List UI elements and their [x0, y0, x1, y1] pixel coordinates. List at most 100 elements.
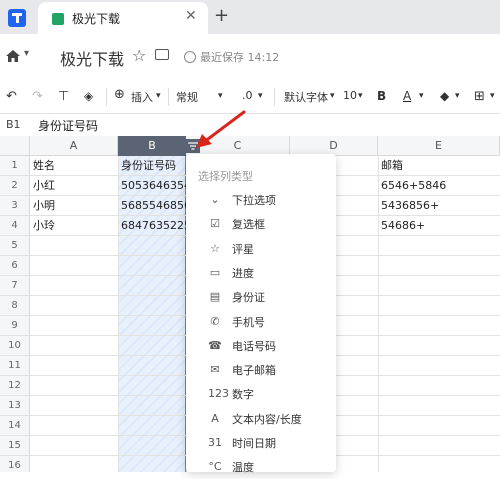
temperature-icon: °C — [208, 460, 222, 474]
row-header[interactable]: 5 — [0, 236, 30, 256]
mobile-number-icon: ✆ — [210, 314, 220, 328]
menu-item-label: 时间日期 — [232, 437, 276, 450]
menu-item-checkbox[interactable]: ☑ 复选框 — [186, 212, 336, 236]
column-header-e[interactable]: E — [378, 136, 500, 156]
menu-item-temperature[interactable]: °C 温度 — [186, 455, 336, 479]
folder-move-icon[interactable] — [155, 49, 169, 60]
document-tab[interactable]: 极光下载 ✕ — [38, 2, 208, 34]
menu-item-label: 手机号 — [232, 315, 265, 329]
row-header[interactable]: 4 — [0, 216, 30, 236]
font-size-select[interactable]: 10 — [343, 89, 357, 102]
new-tab-button[interactable]: + — [214, 5, 229, 26]
rating-icon: ☆ — [210, 241, 220, 255]
menu-item-label: 评星 — [232, 242, 254, 256]
number-icon: 123 — [208, 387, 229, 401]
chevron-down-icon[interactable]: ▾ — [490, 91, 495, 101]
row-header[interactable]: 7 — [0, 276, 30, 296]
row-header[interactable]: 13 — [0, 396, 30, 416]
row-header[interactable]: 11 — [0, 356, 30, 376]
row-header[interactable]: 9 — [0, 316, 30, 336]
datetime-icon: 31 — [208, 436, 222, 449]
menu-item-label: 电子邮箱 — [232, 364, 276, 378]
row-header[interactable]: 6 — [0, 256, 30, 276]
redo-icon[interactable]: ↷ — [32, 89, 43, 104]
row-header[interactable]: 10 — [0, 336, 30, 356]
cell-e2[interactable]: 6546+5846 — [378, 176, 500, 196]
font-color-button[interactable]: A — [403, 89, 411, 103]
row-header[interactable]: 12 — [0, 376, 30, 396]
insert-button[interactable]: 插入 — [131, 89, 153, 105]
cell-b1[interactable]: 身份证号码 — [118, 156, 186, 176]
menu-item-id-card[interactable]: ▤ 身份证 — [186, 285, 336, 309]
bold-button[interactable]: B — [377, 89, 386, 103]
menu-item-rating[interactable]: ☆ 评星 — [186, 237, 336, 261]
cell-b2[interactable]: 50536463546 — [118, 176, 186, 196]
app-logo-icon[interactable] — [8, 9, 26, 27]
cell-a3[interactable]: 小明 — [30, 196, 118, 216]
chevron-down-icon[interactable]: ▾ — [358, 91, 363, 101]
chevron-down-icon[interactable]: ▾ — [419, 91, 424, 101]
border-icon[interactable]: ⊞ — [474, 89, 485, 104]
row-header[interactable]: 15 — [0, 436, 30, 456]
chevron-down-icon[interactable]: ▾ — [218, 91, 223, 101]
fill-color-icon[interactable]: ◆ — [440, 89, 449, 103]
row-header[interactable]: 16 — [0, 456, 30, 472]
format-painter-icon[interactable]: ⊤ — [58, 89, 69, 104]
save-status: 最近保存 14:12 — [184, 49, 279, 65]
sheet-icon — [52, 13, 64, 25]
progress-icon: ▭ — [209, 265, 221, 279]
menu-item-phone-number[interactable]: ☎ 电话号码 — [186, 334, 336, 358]
clear-format-icon[interactable]: ◈ — [84, 89, 93, 103]
font-family-select[interactable]: 默认字体 — [284, 89, 328, 105]
cell-b3[interactable]: 56855468564 — [118, 196, 186, 216]
chevron-down-icon[interactable]: ▾ — [24, 48, 29, 59]
row-header[interactable]: 1 — [0, 156, 30, 176]
checkbox-icon: ☑ — [210, 217, 220, 231]
chevron-down-icon[interactable]: ▾ — [330, 91, 335, 101]
chevron-down-icon[interactable]: ▾ — [156, 91, 161, 101]
menu-item-dropdown-option[interactable]: ⌄ 下拉选项 — [186, 188, 336, 212]
menu-item-text-length[interactable]: A 文本内容/长度 — [186, 407, 336, 431]
star-icon[interactable]: ☆ — [132, 46, 146, 65]
cell-e3[interactable]: 5436856+ — [378, 196, 500, 216]
column-header-d[interactable]: D — [290, 136, 378, 156]
cell-a1[interactable]: 姓名 — [30, 156, 118, 176]
row-header[interactable]: 3 — [0, 196, 30, 216]
menu-item-email[interactable]: ✉ 电子邮箱 — [186, 358, 336, 382]
row-header[interactable]: 8 — [0, 296, 30, 316]
home-icon[interactable] — [6, 50, 20, 62]
undo-icon[interactable]: ↶ — [6, 89, 17, 104]
browser-tab-bar: 极光下载 ✕ + — [0, 0, 500, 34]
chevron-down-icon[interactable]: ▾ — [258, 91, 263, 101]
menu-item-mobile-number[interactable]: ✆ 手机号 — [186, 310, 336, 334]
row-header[interactable]: 2 — [0, 176, 30, 196]
menu-item-number[interactable]: 123 数字 — [186, 382, 336, 406]
number-format-select[interactable]: 常规 — [176, 89, 198, 105]
annotation-arrow — [196, 110, 246, 148]
cell-e1[interactable]: 邮箱 — [378, 156, 500, 176]
document-title[interactable]: 极光下载 — [60, 46, 124, 70]
menu-item-datetime[interactable]: 31 时间日期 — [186, 431, 336, 455]
cell-a2[interactable]: 小红 — [30, 176, 118, 196]
column-header-a[interactable]: A — [30, 136, 118, 156]
select-all-corner[interactable] — [0, 136, 30, 156]
column-header-b[interactable]: B — [118, 136, 186, 156]
close-icon[interactable]: ✕ — [185, 8, 197, 24]
menu-item-label: 温度 — [232, 461, 254, 475]
chevron-down-icon[interactable]: ▾ — [455, 91, 460, 101]
menu-item-label: 电话号码 — [232, 339, 276, 353]
save-status-text: 最近保存 14:12 — [200, 51, 280, 64]
formula-input[interactable]: 身份证号码 — [38, 117, 98, 134]
row-header[interactable]: 14 — [0, 416, 30, 436]
menu-item-label: 进度 — [232, 266, 254, 280]
decimal-places-button[interactable]: .0 — [242, 89, 253, 102]
insert-icon[interactable]: ⊕ — [114, 87, 125, 102]
menu-item-progress[interactable]: ▭ 进度 — [186, 261, 336, 285]
title-bar: ▾ 极光下载 ☆ 最近保存 14:12 — [0, 34, 500, 80]
cell-a4[interactable]: 小玲 — [30, 216, 118, 236]
cell-e4[interactable]: 54686+ — [378, 216, 500, 236]
email-icon: ✉ — [210, 363, 220, 377]
toolbar: ↶ ↷ ⊤ ◈ ⊕ 插入 ▾ 常规 ▾ .0 ▾ 默认字体 ▾ 10 ▾ B A… — [0, 80, 500, 114]
cell-reference[interactable]: B1 — [6, 118, 21, 131]
cell-b4[interactable]: 68476352254 — [118, 216, 186, 236]
